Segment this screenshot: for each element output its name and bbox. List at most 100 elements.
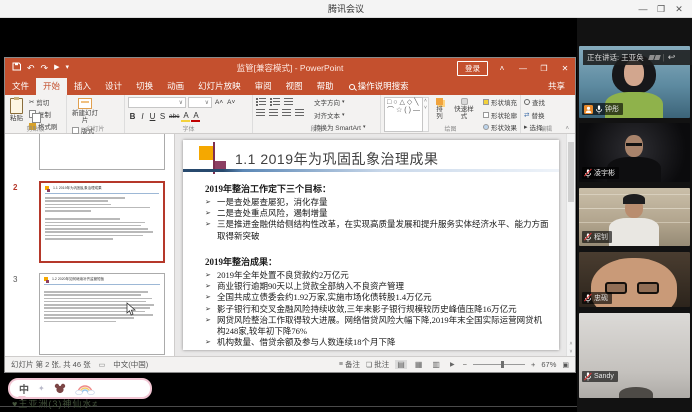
slide-sorter-view-icon[interactable]: ▦ [413,360,425,369]
justify-icon[interactable] [295,108,304,116]
normal-view-icon[interactable]: ▤ [395,360,407,369]
bold-button[interactable]: B [128,112,137,121]
zoom-in-icon[interactable]: + [531,360,535,369]
tell-me-search[interactable]: 操作说明搜索 [341,78,417,95]
shrink-font-button[interactable]: A˅ [226,99,236,106]
undo-icon[interactable]: ↶ [27,58,35,78]
align-center-icon[interactable] [269,108,278,116]
ime-language-icon[interactable]: 中 [19,381,29,396]
close-icon[interactable]: ✕ [670,4,688,15]
group-paragraph: 文字方向▾ 对齐文本▾ 转换为 SmartArt▾ 段落 [253,95,381,133]
back-arrow-icon[interactable]: ↩ [668,52,676,63]
video-tile-participant-5[interactable]: Sandy [579,313,690,398]
thumbnail-slide-2[interactable]: 1.1 2019年为巩固乱象治理成果 [39,181,165,263]
comments-button[interactable]: ❏批注 [366,359,389,370]
highlight-color-button[interactable]: A [181,111,190,122]
font-color-button[interactable]: A [191,111,200,122]
slideshow-icon[interactable]: ▶ [54,58,59,78]
font-size-select[interactable]: ∨ [188,97,212,108]
zoom-slider[interactable] [473,364,525,365]
slide-title: 1.1 2019年为巩固乱象治理成果 [235,149,439,169]
minimize-icon[interactable]: — [634,4,652,14]
tencent-meeting-window: 腾讯会议 — ❐ ✕ ↶ ↷ ▶ ▾ 监管[兼容模式] - PowerPoint… [0,0,692,412]
video-tile-participant-4[interactable]: 忠砚 [579,252,690,307]
tab-help[interactable]: 帮助 [310,78,341,95]
text-direction-button[interactable]: 文字方向▾ [314,97,365,107]
previous-slide-icon[interactable]: ˄ [567,340,575,348]
accessibility-icon[interactable]: ▭ [99,361,106,369]
mic-muted-icon [584,233,592,242]
grow-font-button[interactable]: A˄ [214,99,224,106]
video-silhouette [626,143,642,146]
redo-icon[interactable]: ↷ [41,58,49,78]
ppt-minimize-icon[interactable]: — [516,64,530,73]
thumbnail-slide-3[interactable]: 1.2 2020年如何继续补齐监管短板 [39,273,165,355]
tab-animations[interactable]: 动画 [160,78,191,95]
video-tile-participant-2[interactable]: 凌宇彬 [579,123,690,182]
ime-tool-icon[interactable]: ✦ [38,384,45,393]
align-text-button[interactable]: 对齐文本▾ [314,110,365,120]
restore-icon[interactable]: ❐ [652,4,670,15]
ppt-restore-icon[interactable]: ❐ [537,64,551,73]
tab-home[interactable]: 开始 [36,78,67,95]
zoom-slider-thumb[interactable] [501,361,504,368]
language-status[interactable]: 中文(中国) [113,359,148,370]
canvas-scrollbar[interactable]: ˄ ˅ [566,134,575,356]
participant-label: 钟彤 [582,103,623,115]
fit-slide-icon[interactable]: ▣ [562,361,569,369]
login-button[interactable]: 登录 [457,61,488,76]
cut-button[interactable]: ✂剪切 [29,97,58,107]
font-name-select[interactable]: ∨ [128,97,186,108]
shape-fill-button[interactable]: 形状填充 [483,97,517,107]
new-slide-button[interactable]: 新建幻灯片 [70,97,100,125]
mickey-icon[interactable] [54,383,66,394]
goal-item: ➢二是查处重点风险，遏制增量 [205,208,549,219]
video-tile-participant-3[interactable]: 程钊 [579,188,690,246]
strikethrough-button[interactable]: abc [168,113,180,120]
zoom-level[interactable]: 67% [541,360,556,369]
rainbow-icon[interactable] [75,383,95,395]
tab-review[interactable]: 审阅 [248,78,279,95]
copy-button[interactable]: 复制 [29,109,58,119]
tab-insert[interactable]: 插入 [67,78,98,95]
align-right-icon[interactable] [282,108,291,116]
underline-button[interactable]: U [148,112,157,121]
participant-name: 忠砚 [594,293,608,303]
slide-deco-rule [183,169,559,172]
tab-slideshow[interactable]: 幻灯片放映 [191,78,248,95]
shadow-button[interactable]: S [158,112,167,121]
share-button[interactable]: 共享 [538,78,575,95]
paste-button[interactable]: 粘贴 [8,97,25,123]
bullets-icon[interactable] [256,97,266,105]
shape-outline-button[interactable]: 形状轮廓 [483,110,517,120]
scrollbar-thumb[interactable] [568,142,574,202]
tab-view[interactable]: 视图 [279,78,310,95]
qat-more-icon[interactable]: ▾ [65,58,69,78]
tab-transitions[interactable]: 切换 [129,78,160,95]
ppt-close-icon[interactable]: ✕ [558,64,572,73]
ribbon: 粘贴 ✂剪切 复制 格式刷 剪贴板 新建幻灯片 版式 ↶重置 幻灯片 [5,95,575,134]
notes-button[interactable]: ≡备注 [339,359,360,370]
thumbnail-slide-1[interactable] [39,134,165,170]
collapse-ribbon-icon[interactable]: ˄ [565,126,569,132]
indent-icon[interactable] [284,97,293,105]
slideshow-view-icon[interactable]: ▶ [448,361,457,368]
tab-design[interactable]: 设计 [98,78,129,95]
video-silhouette [637,282,659,294]
replace-button[interactable]: ⇄替换 [524,110,545,120]
participant-label: Sandy [582,371,618,382]
result-item: ➢影子银行和交叉金融风险持续收敛,三年来影子银行规模较历史峰值压降16万亿元 [205,304,549,315]
align-left-icon[interactable] [256,108,265,116]
tab-file[interactable]: 文件 [5,78,36,95]
find-button[interactable]: 查找 [524,97,545,107]
reading-view-icon[interactable]: ▥ [430,360,442,369]
next-slide-icon[interactable]: ˅ [567,348,575,356]
ime-toolbar[interactable]: 中 ✦ [8,378,152,399]
save-icon[interactable] [12,58,21,78]
slide[interactable]: 1.1 2019年为巩固乱象治理成果 2019年整治工作定下三个目标： ➢一是查… [183,140,559,350]
numbering-icon[interactable] [270,97,280,105]
goal-item: ➢一是查处屡查屡犯，消化存量 [205,197,549,208]
italic-button[interactable]: I [138,112,147,121]
ribbon-display-options-icon[interactable]: ˄ [495,64,509,73]
zoom-out-icon[interactable]: − [463,360,467,369]
